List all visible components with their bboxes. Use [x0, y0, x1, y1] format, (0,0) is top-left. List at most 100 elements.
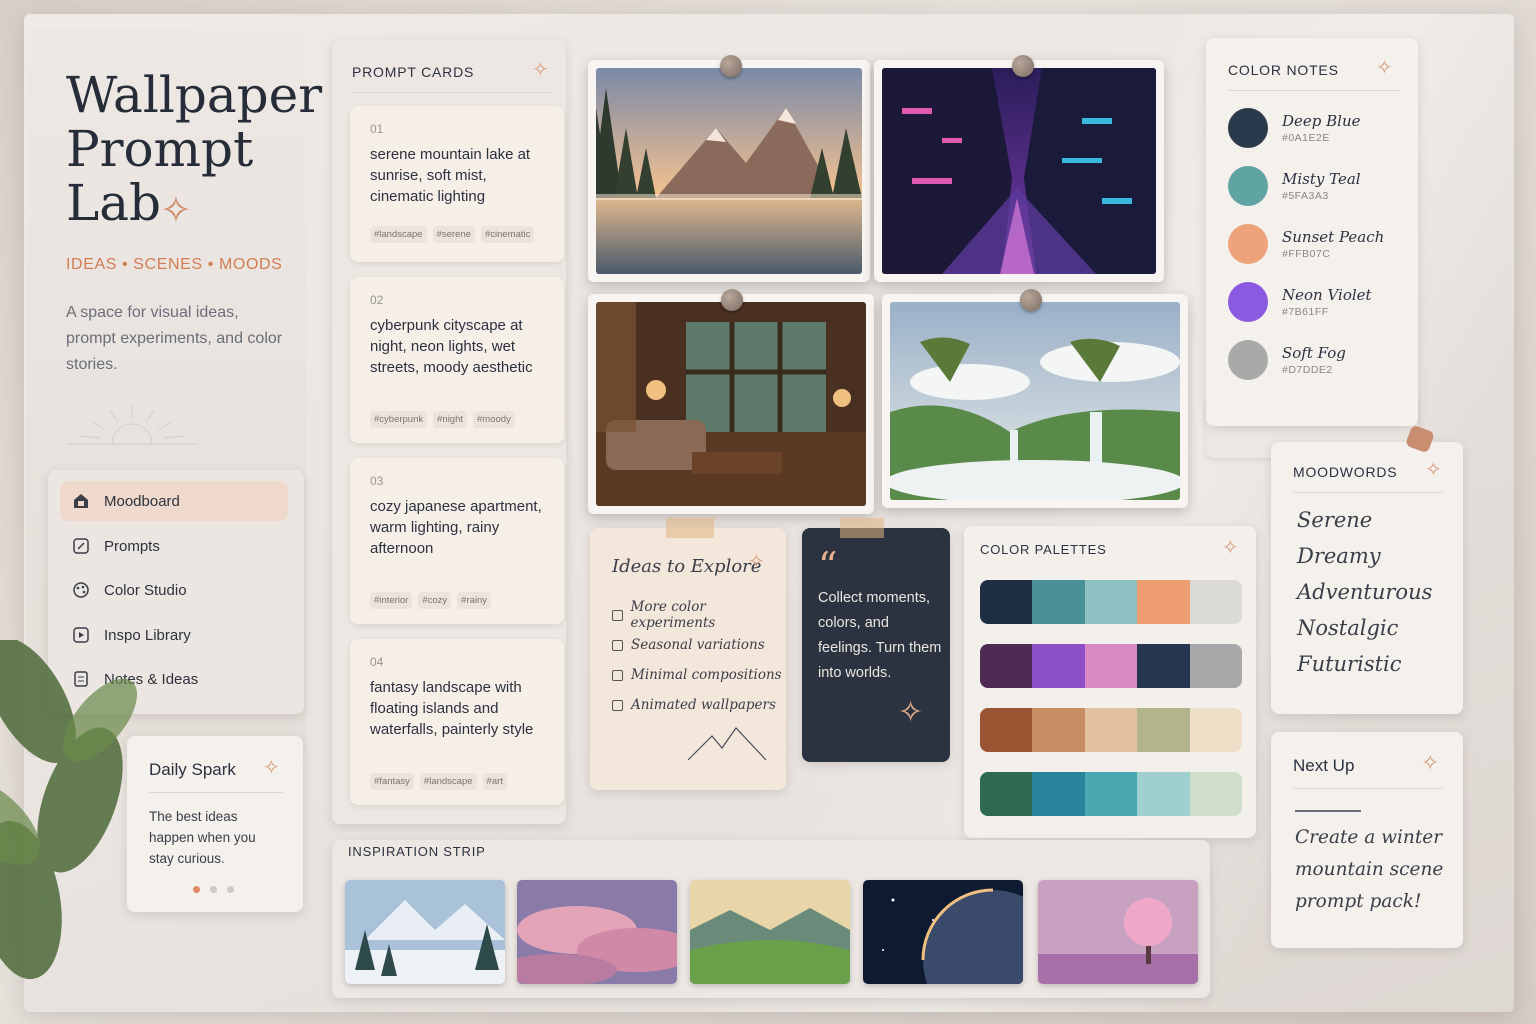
palette-color[interactable]: [1189, 772, 1242, 816]
color-swatch[interactable]: [1228, 108, 1268, 148]
swatch-name: Misty Teal: [1282, 170, 1361, 188]
checkbox[interactable]: [612, 669, 623, 681]
palette-color[interactable]: [1189, 580, 1242, 624]
divider: [352, 92, 552, 93]
tag[interactable]: #art: [482, 773, 507, 790]
photo-mountain-lake[interactable]: [588, 60, 870, 282]
thumb-pink-clouds[interactable]: [517, 880, 677, 984]
palette-color[interactable]: [1137, 708, 1190, 752]
checklist-label: Minimal compositions: [631, 667, 782, 683]
palette-color[interactable]: [980, 644, 1033, 688]
palette-color[interactable]: [1084, 644, 1138, 688]
prompt-card[interactable]: 04 fantasy landscape with floating islan…: [350, 639, 564, 805]
checkbox[interactable]: [612, 609, 623, 621]
tape: [666, 518, 714, 538]
palette-color[interactable]: [980, 708, 1033, 752]
tag[interactable]: #rainy: [457, 592, 492, 609]
color-swatch[interactable]: [1228, 224, 1268, 264]
palette-color[interactable]: [1189, 708, 1242, 752]
checkbox[interactable]: [612, 639, 623, 651]
sidebar-item-color-studio[interactable]: Color Studio: [60, 570, 288, 610]
color-swatch-row[interactable]: Misty Teal #5FA3A3: [1228, 166, 1361, 206]
palette-color[interactable]: [1137, 772, 1190, 816]
color-swatch-row[interactable]: Neon Violet #7B61FF: [1228, 282, 1372, 322]
tag[interactable]: #interior: [370, 592, 413, 609]
sparkle-icon: ✧: [263, 757, 280, 779]
palette-color[interactable]: [980, 772, 1033, 816]
prompt-cards-title: PROMPT CARDS: [352, 64, 475, 80]
thumb-winter-forest[interactable]: [345, 880, 505, 984]
prompt-card[interactable]: 03 cozy japanese apartment, warm lightin…: [350, 458, 564, 624]
tag[interactable]: #fantasy: [370, 773, 414, 790]
thumb-pink-tree[interactable]: [1038, 880, 1198, 984]
carousel-dot[interactable]: [210, 886, 217, 893]
sparkle-icon: ✧: [1222, 537, 1239, 559]
palette-color[interactable]: [1137, 580, 1190, 624]
tag[interactable]: #night: [433, 411, 468, 428]
plant-decoration: [0, 640, 138, 980]
tag[interactable]: #moody: [473, 411, 515, 428]
sidebar-item-moodboard[interactable]: Moodboard: [60, 481, 288, 521]
photo-cyberpunk-city[interactable]: [874, 60, 1164, 282]
checklist-item[interactable]: Seasonal variations: [612, 630, 786, 660]
swatch-label: Soft Fog #D7DDE2: [1282, 344, 1346, 376]
swatch-label: Misty Teal #5FA3A3: [1282, 170, 1361, 202]
palette-color[interactable]: [1084, 708, 1138, 752]
moodword: Serene: [1297, 508, 1373, 532]
sidebar-item-prompts[interactable]: Prompts: [60, 526, 288, 566]
prompt-text: serene mountain lake at sunrise, soft mi…: [370, 146, 531, 205]
ideas-to-explore-card: Ideas to Explore ✧ More color experiment…: [590, 528, 786, 790]
color-swatch-row[interactable]: Deep Blue #0A1E2E: [1228, 108, 1361, 148]
swatch-label: Neon Violet #7B61FF: [1282, 286, 1372, 318]
palette-color[interactable]: [1084, 772, 1138, 816]
tag-list: #landscape #serene #cinematic: [370, 226, 535, 243]
prompt-card[interactable]: 01 serene mountain lake at sunrise, soft…: [350, 106, 564, 262]
pin-icon: [721, 289, 743, 311]
checklist-item[interactable]: Animated wallpapers: [612, 690, 786, 720]
checklist-item[interactable]: Minimal compositions: [612, 660, 786, 690]
palette-color[interactable]: [1032, 580, 1085, 624]
color-palettes-title: COLOR PALETTES: [980, 542, 1107, 557]
pin-icon: [720, 55, 742, 77]
palette-color[interactable]: [1032, 772, 1085, 816]
palette-row[interactable]: [980, 644, 1242, 688]
checklist-item[interactable]: More color experiments: [612, 599, 786, 631]
photo-cozy-apartment[interactable]: [588, 294, 874, 514]
palette-color[interactable]: [980, 580, 1033, 624]
daily-spark-card: Daily Spark ✧ The best ideas happen when…: [127, 736, 303, 912]
sparkle-icon: ✧: [160, 190, 192, 232]
tag[interactable]: #cinematic: [480, 226, 535, 243]
color-swatch-row[interactable]: Soft Fog #D7DDE2: [1228, 340, 1346, 380]
tag[interactable]: #landscape: [419, 773, 477, 790]
palette-color[interactable]: [1032, 644, 1085, 688]
photo-floating-islands[interactable]: [882, 294, 1188, 508]
intro-text: A space for visual ideas, prompt experim…: [66, 304, 283, 373]
palette-row[interactable]: [980, 772, 1242, 816]
daily-spark-text: The best ideas happen when you stay curi…: [149, 809, 256, 866]
tag-list: #cyberpunk #night #moody: [370, 411, 515, 428]
tag[interactable]: #cozy: [418, 592, 452, 609]
color-swatch[interactable]: [1228, 282, 1268, 322]
palette-row[interactable]: [980, 708, 1242, 752]
palette-color[interactable]: [1189, 644, 1242, 688]
swatch-name: Deep Blue: [1282, 112, 1361, 130]
thumb-planet-space[interactable]: [863, 880, 1023, 984]
palette-color[interactable]: [1084, 580, 1138, 624]
thumb-green-valley[interactable]: [690, 880, 850, 984]
color-swatch[interactable]: [1228, 166, 1268, 206]
carousel-dot[interactable]: [193, 886, 200, 893]
swatch-label: Sunset Peach #FFB07C: [1282, 228, 1384, 260]
swatch-hex: #5FA3A3: [1282, 190, 1329, 202]
palette-color[interactable]: [1137, 644, 1190, 688]
checkbox[interactable]: [612, 699, 623, 711]
color-swatch-row[interactable]: Sunset Peach #FFB07C: [1228, 224, 1384, 264]
tag[interactable]: #serene: [432, 226, 475, 243]
carousel-dot[interactable]: [227, 886, 234, 893]
tag[interactable]: #landscape: [370, 226, 427, 243]
sparkle-icon: ✧: [1376, 57, 1393, 79]
color-swatch[interactable]: [1228, 340, 1268, 380]
prompt-card[interactable]: 02 cyberpunk cityscape at night, neon li…: [350, 277, 564, 443]
palette-color[interactable]: [1032, 708, 1085, 752]
palette-row[interactable]: [980, 580, 1242, 624]
tag[interactable]: #cyberpunk: [370, 411, 428, 428]
